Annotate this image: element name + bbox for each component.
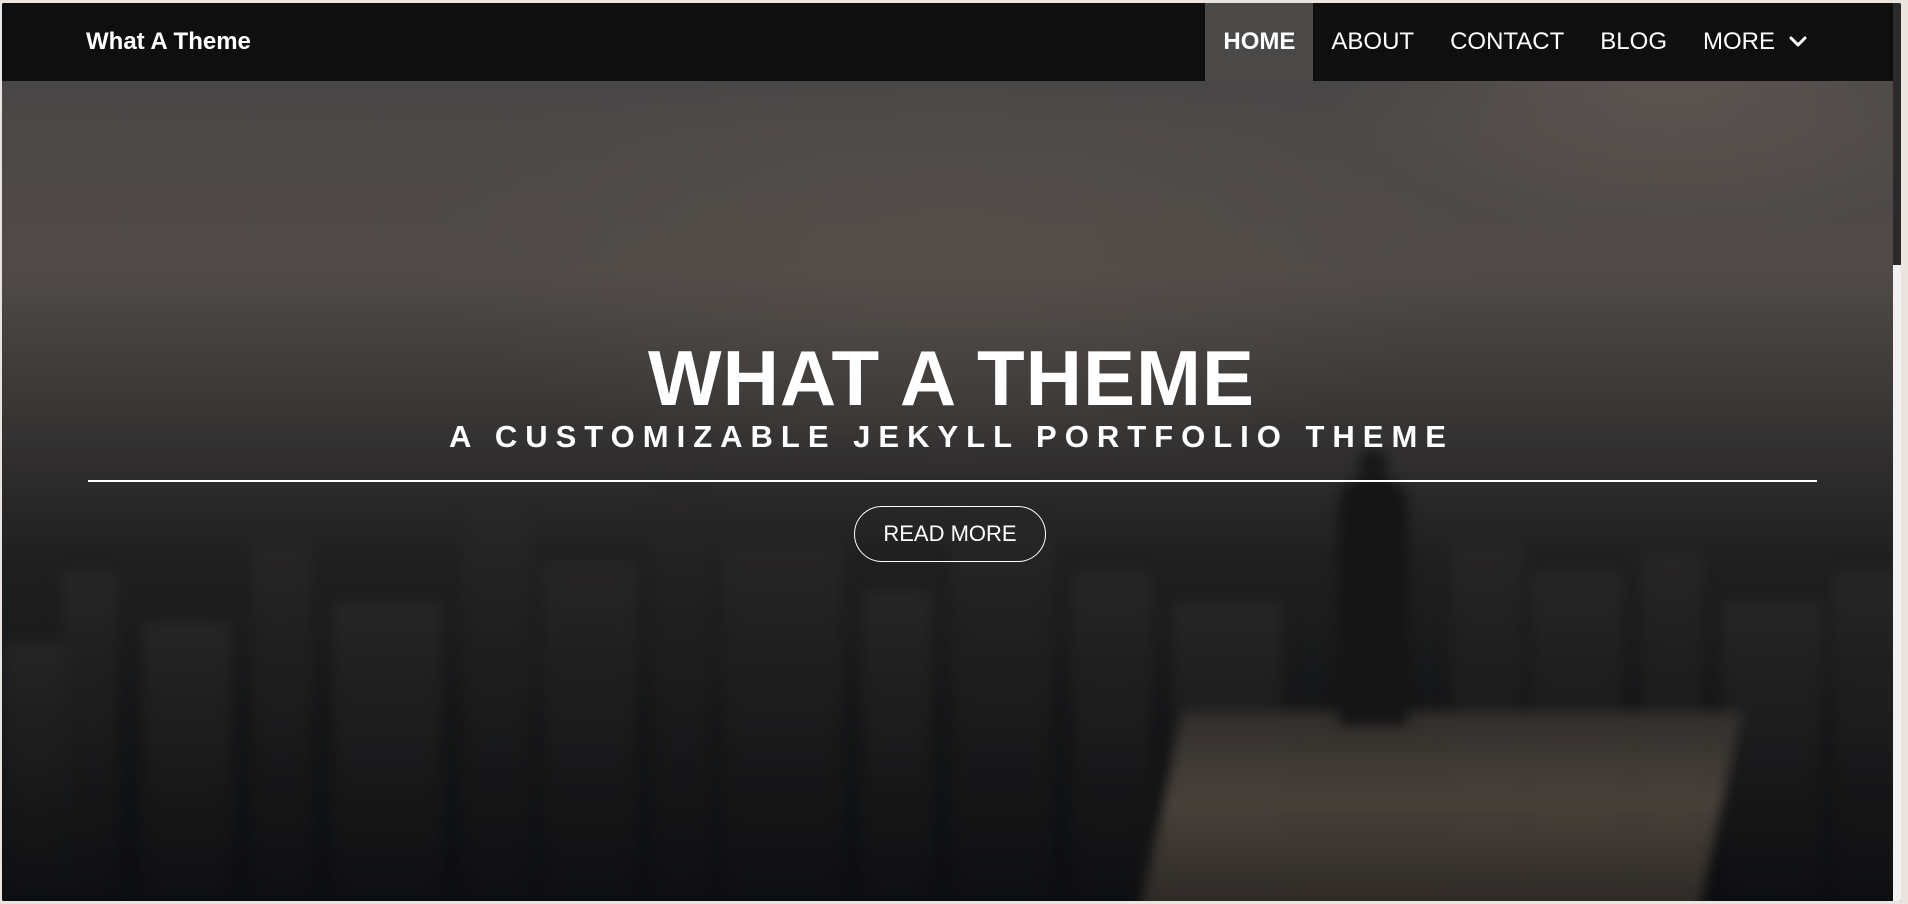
nav-item-more-label: MORE <box>1703 28 1775 55</box>
scrollbar-thumb[interactable] <box>1893 3 1901 265</box>
hero-divider <box>88 480 1817 482</box>
nav-item-more[interactable]: MORE <box>1685 3 1825 81</box>
top-navbar: What A Theme HOME ABOUT CONTACT BLOG MOR… <box>2 3 1901 81</box>
hero-title: WHAT A THEME <box>647 334 1256 422</box>
chevron-down-icon <box>1789 36 1807 47</box>
page-scrollbar[interactable] <box>1893 3 1901 901</box>
nav-item-blog[interactable]: BLOG <box>1582 3 1685 81</box>
read-more-button[interactable]: READ MORE <box>854 506 1046 562</box>
nav-item-contact[interactable]: CONTACT <box>1432 3 1582 81</box>
nav-item-home[interactable]: HOME <box>1205 3 1314 81</box>
nav-item-about[interactable]: ABOUT <box>1313 3 1432 81</box>
hero-subtitle: A CUSTOMIZABLE JEKYLL PORTFOLIO THEME <box>448 419 1454 454</box>
brand-link[interactable]: What A Theme <box>86 3 251 81</box>
browser-viewport: What A Theme HOME ABOUT CONTACT BLOG MOR… <box>2 3 1901 901</box>
nav-menu: HOME ABOUT CONTACT BLOG MORE <box>1205 3 1825 81</box>
hero-section: WHAT A THEME A CUSTOMIZABLE JEKYLL PORTF… <box>2 3 1901 901</box>
